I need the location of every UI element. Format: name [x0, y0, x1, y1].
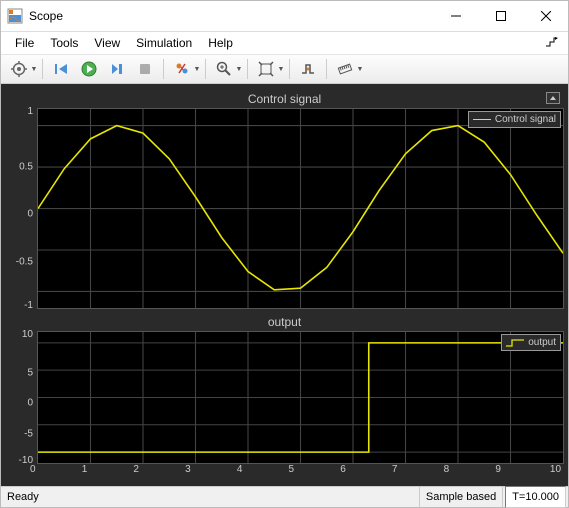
axes-canvas[interactable]: output [37, 331, 564, 464]
subplot-title: Control signal [5, 92, 564, 108]
y-axis: 1 0.5 0 -0.5 -1 [5, 108, 37, 309]
measure-dropdown[interactable]: ▼ [356, 58, 364, 80]
minimize-button[interactable] [433, 1, 478, 31]
menu-file[interactable]: File [7, 34, 42, 52]
zoom-dropdown[interactable]: ▼ [235, 58, 243, 80]
scope-window: Scope File Tools View Simulation Help ▼ [0, 0, 569, 508]
menu-view[interactable]: View [86, 34, 128, 52]
autoscale-button[interactable] [254, 57, 278, 81]
expand-scope-icon[interactable] [546, 92, 560, 104]
status-mode: Sample based [420, 487, 503, 507]
legend[interactable]: Control signal [468, 111, 561, 128]
status-bar: Ready Sample based T=10.000 [1, 486, 568, 507]
autoscale-dropdown[interactable]: ▼ [277, 58, 285, 80]
measure-button[interactable] [333, 57, 357, 81]
legend-swatch-icon [473, 115, 491, 125]
plot-area: Control signal 1 0.5 0 -0.5 -1 [1, 84, 568, 486]
x-axis: 0 1 2 3 4 5 6 7 8 9 10 [5, 464, 564, 482]
legend-label: Control signal [495, 114, 556, 125]
legend[interactable]: output [501, 334, 561, 351]
subplot-output: output 10 5 0 -5 -10 [5, 315, 564, 482]
undock-icon[interactable] [546, 36, 562, 50]
stop-button[interactable] [133, 57, 157, 81]
close-button[interactable] [523, 1, 568, 31]
config-button[interactable] [7, 57, 31, 81]
menu-help[interactable]: Help [200, 34, 241, 52]
legend-label: output [528, 337, 556, 348]
status-ready: Ready [1, 487, 420, 507]
triggers-button[interactable] [296, 57, 320, 81]
y-axis: 10 5 0 -5 -10 [5, 331, 37, 464]
app-icon [7, 8, 23, 24]
titlebar: Scope [1, 1, 568, 32]
legend-swatch-icon [506, 338, 524, 348]
run-button[interactable] [77, 57, 101, 81]
status-time: T=10.000 [505, 486, 566, 508]
step-button[interactable] [105, 57, 129, 81]
restart-button[interactable] [49, 57, 73, 81]
config-dropdown[interactable]: ▼ [30, 58, 38, 80]
highlight-button[interactable] [170, 57, 194, 81]
window-title: Scope [29, 9, 63, 23]
menubar: File Tools View Simulation Help [1, 32, 568, 55]
subplot-control-signal: Control signal 1 0.5 0 -0.5 -1 [5, 92, 564, 309]
highlight-dropdown[interactable]: ▼ [193, 58, 201, 80]
menu-simulation[interactable]: Simulation [128, 34, 200, 52]
axes-canvas[interactable]: Control signal [37, 108, 564, 309]
toolbar: ▼ ▼ ▼ ▼ [1, 55, 568, 84]
menu-tools[interactable]: Tools [42, 34, 86, 52]
zoom-button[interactable] [212, 57, 236, 81]
subplot-title: output [5, 315, 564, 331]
maximize-button[interactable] [478, 1, 523, 31]
